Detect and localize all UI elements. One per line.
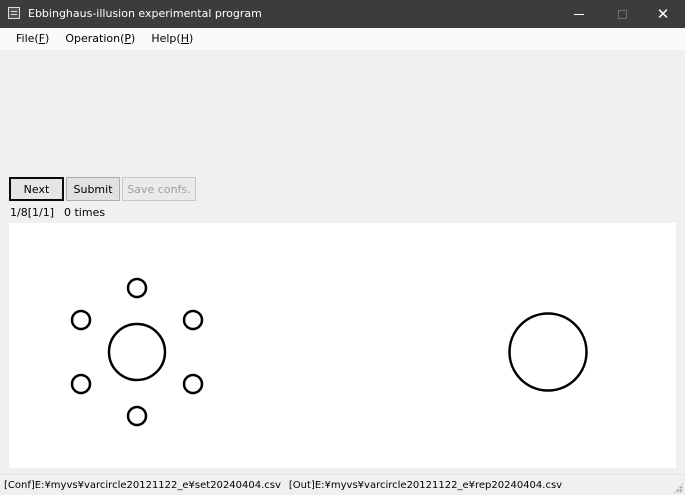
menu-help-accel: H — [180, 32, 189, 45]
inducer-circle-upper-right — [182, 309, 204, 331]
comparison-circle[interactable] — [508, 312, 588, 392]
menu-file-label: File( — [16, 32, 39, 45]
stimulus-canvas[interactable] — [9, 223, 676, 468]
target-circle — [107, 322, 167, 382]
stimulus-svg — [70, 277, 588, 427]
response-count: 0 times — [64, 206, 106, 219]
maximize-button[interactable] — [600, 0, 644, 28]
menu-file-end: ) — [45, 32, 50, 45]
inducer-circle-top — [126, 277, 148, 299]
close-button[interactable]: ✕ — [641, 0, 685, 28]
inducer-circle-lower-left — [70, 373, 92, 395]
menu-operation-end: ) — [131, 32, 136, 45]
maximize-icon — [617, 9, 627, 19]
status-bar: [Conf]E:¥myvs¥varcircle20121122_e¥set202… — [0, 474, 685, 495]
submit-button[interactable]: Submit — [66, 177, 120, 201]
title-bar[interactable]: Ebbinghaus-illusion experimental program… — [0, 0, 685, 28]
menu-help-end: ) — [188, 32, 194, 45]
window-title: Ebbinghaus-illusion experimental program — [28, 7, 262, 20]
menu-file[interactable]: File(F) — [8, 29, 57, 49]
conf-path: [Conf]E:¥myvs¥varcircle20121122_e¥set202… — [4, 479, 281, 491]
menu-bar: File(F) Operation(P) Help(H) — [0, 28, 685, 50]
menu-help[interactable]: Help(H) — [143, 29, 201, 49]
minimize-button[interactable] — [557, 0, 601, 28]
inducer-circle-lower-right — [182, 373, 204, 395]
minimize-icon — [574, 13, 584, 15]
out-path: [Out]E:¥myvs¥varcircle20121122_e¥rep2024… — [288, 479, 563, 491]
menu-operation-label: Operation( — [65, 32, 125, 45]
inducer-circle-bottom — [126, 405, 148, 427]
close-icon: ✕ — [656, 5, 670, 23]
next-button[interactable]: Next — [9, 177, 64, 201]
save-confs-button: Save confs. — [122, 177, 196, 201]
menu-operation[interactable]: Operation(P) — [57, 29, 143, 49]
menu-help-label: Help( — [151, 32, 181, 45]
app-window: Ebbinghaus-illusion experimental program… — [0, 0, 685, 495]
app-grid-icon — [8, 7, 20, 19]
trial-progress: 1/8[1/1] — [10, 206, 54, 219]
inducer-circle-upper-left — [70, 309, 92, 331]
resize-grip-icon[interactable] — [673, 483, 683, 493]
